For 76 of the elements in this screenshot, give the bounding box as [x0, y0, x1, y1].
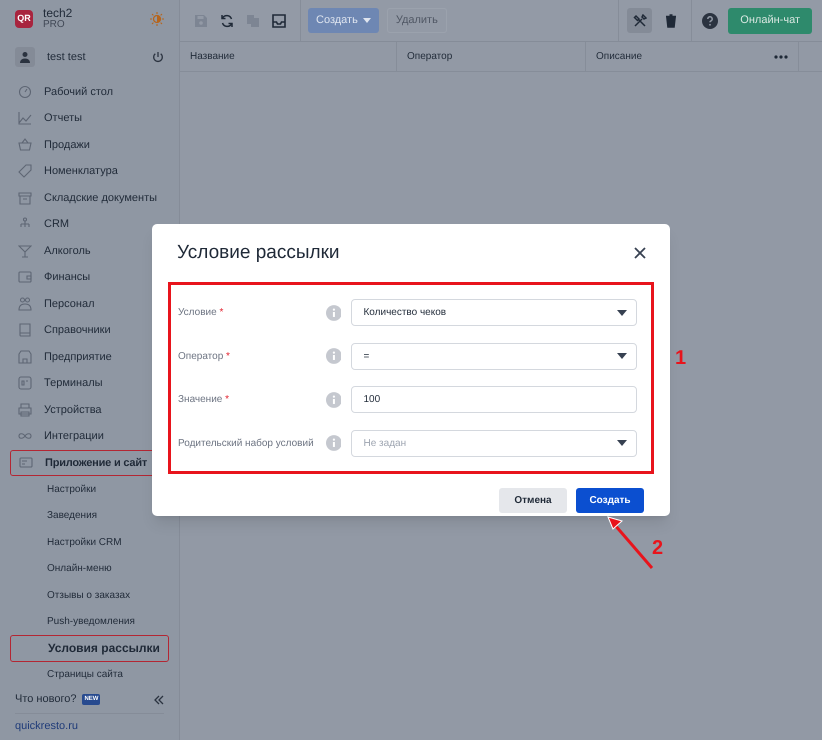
- column-header[interactable]: Название: [190, 49, 235, 64]
- caret-icon: [617, 310, 627, 316]
- people-icon: [18, 296, 32, 311]
- glass-icon: [18, 244, 32, 258]
- refresh-icon[interactable]: [220, 14, 234, 28]
- field-label: Оператор *: [178, 350, 231, 363]
- screen-icon: [19, 456, 33, 470]
- tag-icon: [18, 164, 32, 178]
- wallet-icon: [18, 270, 32, 284]
- sidebar-item[interactable]: Продажи: [0, 132, 179, 158]
- power-icon: [152, 51, 164, 64]
- tools-button[interactable]: [627, 8, 652, 33]
- sidebar-subitem[interactable]: Онлайн-меню: [0, 556, 179, 582]
- sidebar-subitem[interactable]: Настройки CRM: [0, 529, 179, 556]
- sidebar-item[interactable]: Справочники: [0, 317, 179, 344]
- annotation-number: 1: [675, 346, 686, 371]
- sidebar-item[interactable]: Предприятие: [0, 344, 179, 370]
- sidebar-item[interactable]: Рабочий стол: [0, 78, 179, 106]
- caret-icon: [617, 440, 627, 446]
- select-field[interactable]: =: [351, 342, 637, 370]
- sidebar-item[interactable]: Складские документы: [0, 184, 179, 212]
- chat-button[interactable]: Онлайн-чат: [728, 8, 812, 34]
- logo: QR: [15, 10, 33, 28]
- tools-icon: [632, 14, 647, 28]
- sidebar-item[interactable]: Интеграции: [0, 423, 179, 450]
- sidebar-subitem[interactable]: Страницы сайта: [0, 662, 179, 688]
- sidebar-item[interactable]: Терминалы: [0, 370, 179, 397]
- column-header[interactable]: Оператор: [407, 49, 452, 64]
- printer-icon: [18, 402, 32, 417]
- whats-new-link[interactable]: Что нового?: [15, 691, 76, 708]
- collapse-icon: [154, 694, 164, 705]
- info-icon: [326, 435, 342, 452]
- cancel-button[interactable]: Отмена: [499, 488, 567, 513]
- close-icon[interactable]: [634, 247, 646, 259]
- annotation-number: 2: [652, 536, 664, 561]
- sidebar-subitem[interactable]: Отзывы о заказах: [0, 582, 179, 609]
- more-icon: [774, 54, 788, 58]
- basket-icon: [18, 138, 32, 152]
- help-icon[interactable]: [702, 12, 718, 28]
- select-field[interactable]: Количество чеков: [351, 299, 637, 326]
- dialog-title: Условие рассылки: [177, 240, 341, 265]
- caret-icon: [362, 18, 371, 23]
- sidebar-subitem[interactable]: Push-уведомления: [0, 608, 179, 636]
- site-link[interactable]: quickresto.ru: [15, 718, 78, 734]
- terminal-icon: [18, 376, 32, 390]
- select-field[interactable]: Не задан: [351, 430, 637, 457]
- field-label: Родительский набор условий: [178, 436, 315, 450]
- theme-toggle-icon: [150, 12, 164, 26]
- archive-icon: [18, 190, 32, 205]
- info-icon: [326, 392, 342, 408]
- chart-icon: [18, 111, 32, 126]
- sidebar-item[interactable]: Устройства: [0, 396, 179, 424]
- info-icon: [326, 348, 342, 364]
- sidebar-item[interactable]: CRM: [0, 211, 179, 238]
- field-label: Условие *: [178, 306, 224, 320]
- sidebar-subitem[interactable]: Условия рассылки: [10, 635, 169, 662]
- sidebar-item[interactable]: Отчеты: [0, 105, 179, 132]
- column-header[interactable]: Описание: [596, 49, 642, 64]
- caret-icon: [617, 353, 627, 360]
- book-icon: [18, 323, 32, 338]
- create-button[interactable]: Создать: [576, 488, 644, 513]
- trash-icon: [664, 14, 678, 28]
- input-field[interactable]: 100: [351, 386, 637, 414]
- field-label: Значение *: [178, 393, 230, 406]
- sidebar-item[interactable]: Персонал: [0, 290, 179, 318]
- sidebar-item[interactable]: Номенклатура: [0, 158, 179, 185]
- sidebar-item[interactable]: Финансы: [0, 264, 179, 291]
- brand-name: tech2: [43, 7, 72, 20]
- inbox-icon[interactable]: [272, 14, 286, 28]
- create-button[interactable]: Создать: [308, 8, 379, 33]
- person-icon: [19, 51, 31, 64]
- plan-label: PRO: [43, 19, 66, 32]
- user-name: test test: [47, 50, 87, 66]
- gauge-icon: [18, 84, 32, 99]
- info-icon: [326, 304, 342, 321]
- building-icon: [18, 350, 32, 364]
